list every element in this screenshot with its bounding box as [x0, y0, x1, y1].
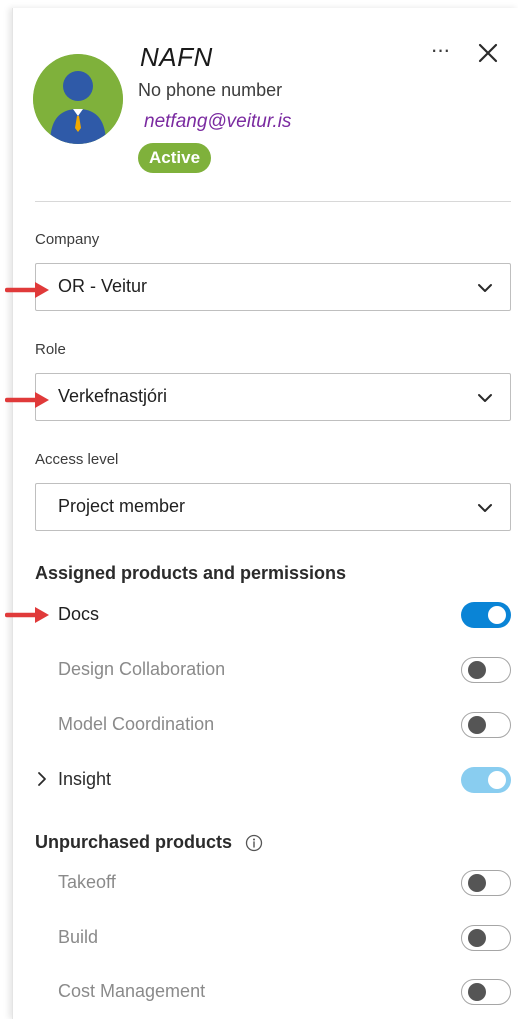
- close-icon[interactable]: [473, 38, 503, 68]
- chevron-down-icon: [478, 504, 492, 512]
- red-arrow-annotation: [5, 607, 49, 623]
- access-level-select[interactable]: Project member: [35, 483, 511, 531]
- user-detail-panel: NAFN No phone number netfang@veitur.is A…: [5, 8, 518, 1019]
- product-label: Design Collaboration: [58, 659, 226, 679]
- design-collaboration-toggle[interactable]: [461, 657, 511, 683]
- company-label: Company: [35, 231, 100, 248]
- product-label: Insight: [58, 769, 112, 789]
- product-label: Cost Management: [58, 981, 206, 1001]
- access-level-value: Project member: [58, 496, 186, 516]
- unpurchased-products-title: Unpurchased products: [35, 832, 263, 853]
- header-divider: [35, 201, 511, 202]
- product-row-docs: Docs: [35, 595, 513, 635]
- info-icon[interactable]: [245, 834, 263, 852]
- user-name: NAFN: [140, 42, 213, 72]
- user-phone: No phone number: [138, 80, 283, 100]
- chevron-down-icon: [478, 394, 492, 402]
- assigned-products-title: Assigned products and permissions: [35, 563, 347, 583]
- chevron-down-icon: [478, 284, 492, 292]
- user-email: netfang@veitur.is: [144, 111, 292, 132]
- docs-toggle[interactable]: [461, 602, 511, 628]
- insight-toggle[interactable]: [461, 767, 511, 793]
- status-badge: Active: [138, 143, 212, 173]
- access-level-label: Access level: [35, 451, 119, 468]
- product-row-build: Build: [35, 918, 513, 958]
- product-row-design-collaboration: Design Collaboration: [35, 650, 513, 690]
- role-label: Role: [35, 341, 66, 358]
- user-avatar-icon: [33, 54, 123, 144]
- model-coordination-toggle[interactable]: [461, 712, 511, 738]
- company-value: OR - Veitur: [58, 276, 148, 296]
- unpurchased-title-text: Unpurchased products: [35, 832, 233, 852]
- product-label: Build: [58, 927, 99, 947]
- chevron-right-icon[interactable]: [35, 771, 49, 787]
- takeoff-toggle[interactable]: [461, 870, 511, 896]
- product-label: Docs: [58, 604, 100, 624]
- product-label: Takeoff: [58, 872, 116, 892]
- cost-management-toggle[interactable]: [461, 979, 511, 1005]
- product-row-cost-management: Cost Management: [35, 972, 513, 1012]
- role-value: Verkefnastjóri: [58, 386, 168, 406]
- build-toggle[interactable]: [461, 925, 511, 951]
- red-arrow-annotation: [5, 282, 49, 298]
- red-arrow-annotation: [5, 392, 49, 408]
- company-select[interactable]: OR - Veitur: [35, 263, 511, 311]
- role-select[interactable]: Verkefnastjóri: [35, 373, 511, 421]
- product-row-insight: Insight: [35, 760, 513, 800]
- product-row-model-coordination: Model Coordination: [35, 705, 513, 745]
- product-row-takeoff: Takeoff: [35, 863, 513, 903]
- more-icon[interactable]: ···: [425, 38, 455, 62]
- product-label: Model Coordination: [58, 714, 215, 734]
